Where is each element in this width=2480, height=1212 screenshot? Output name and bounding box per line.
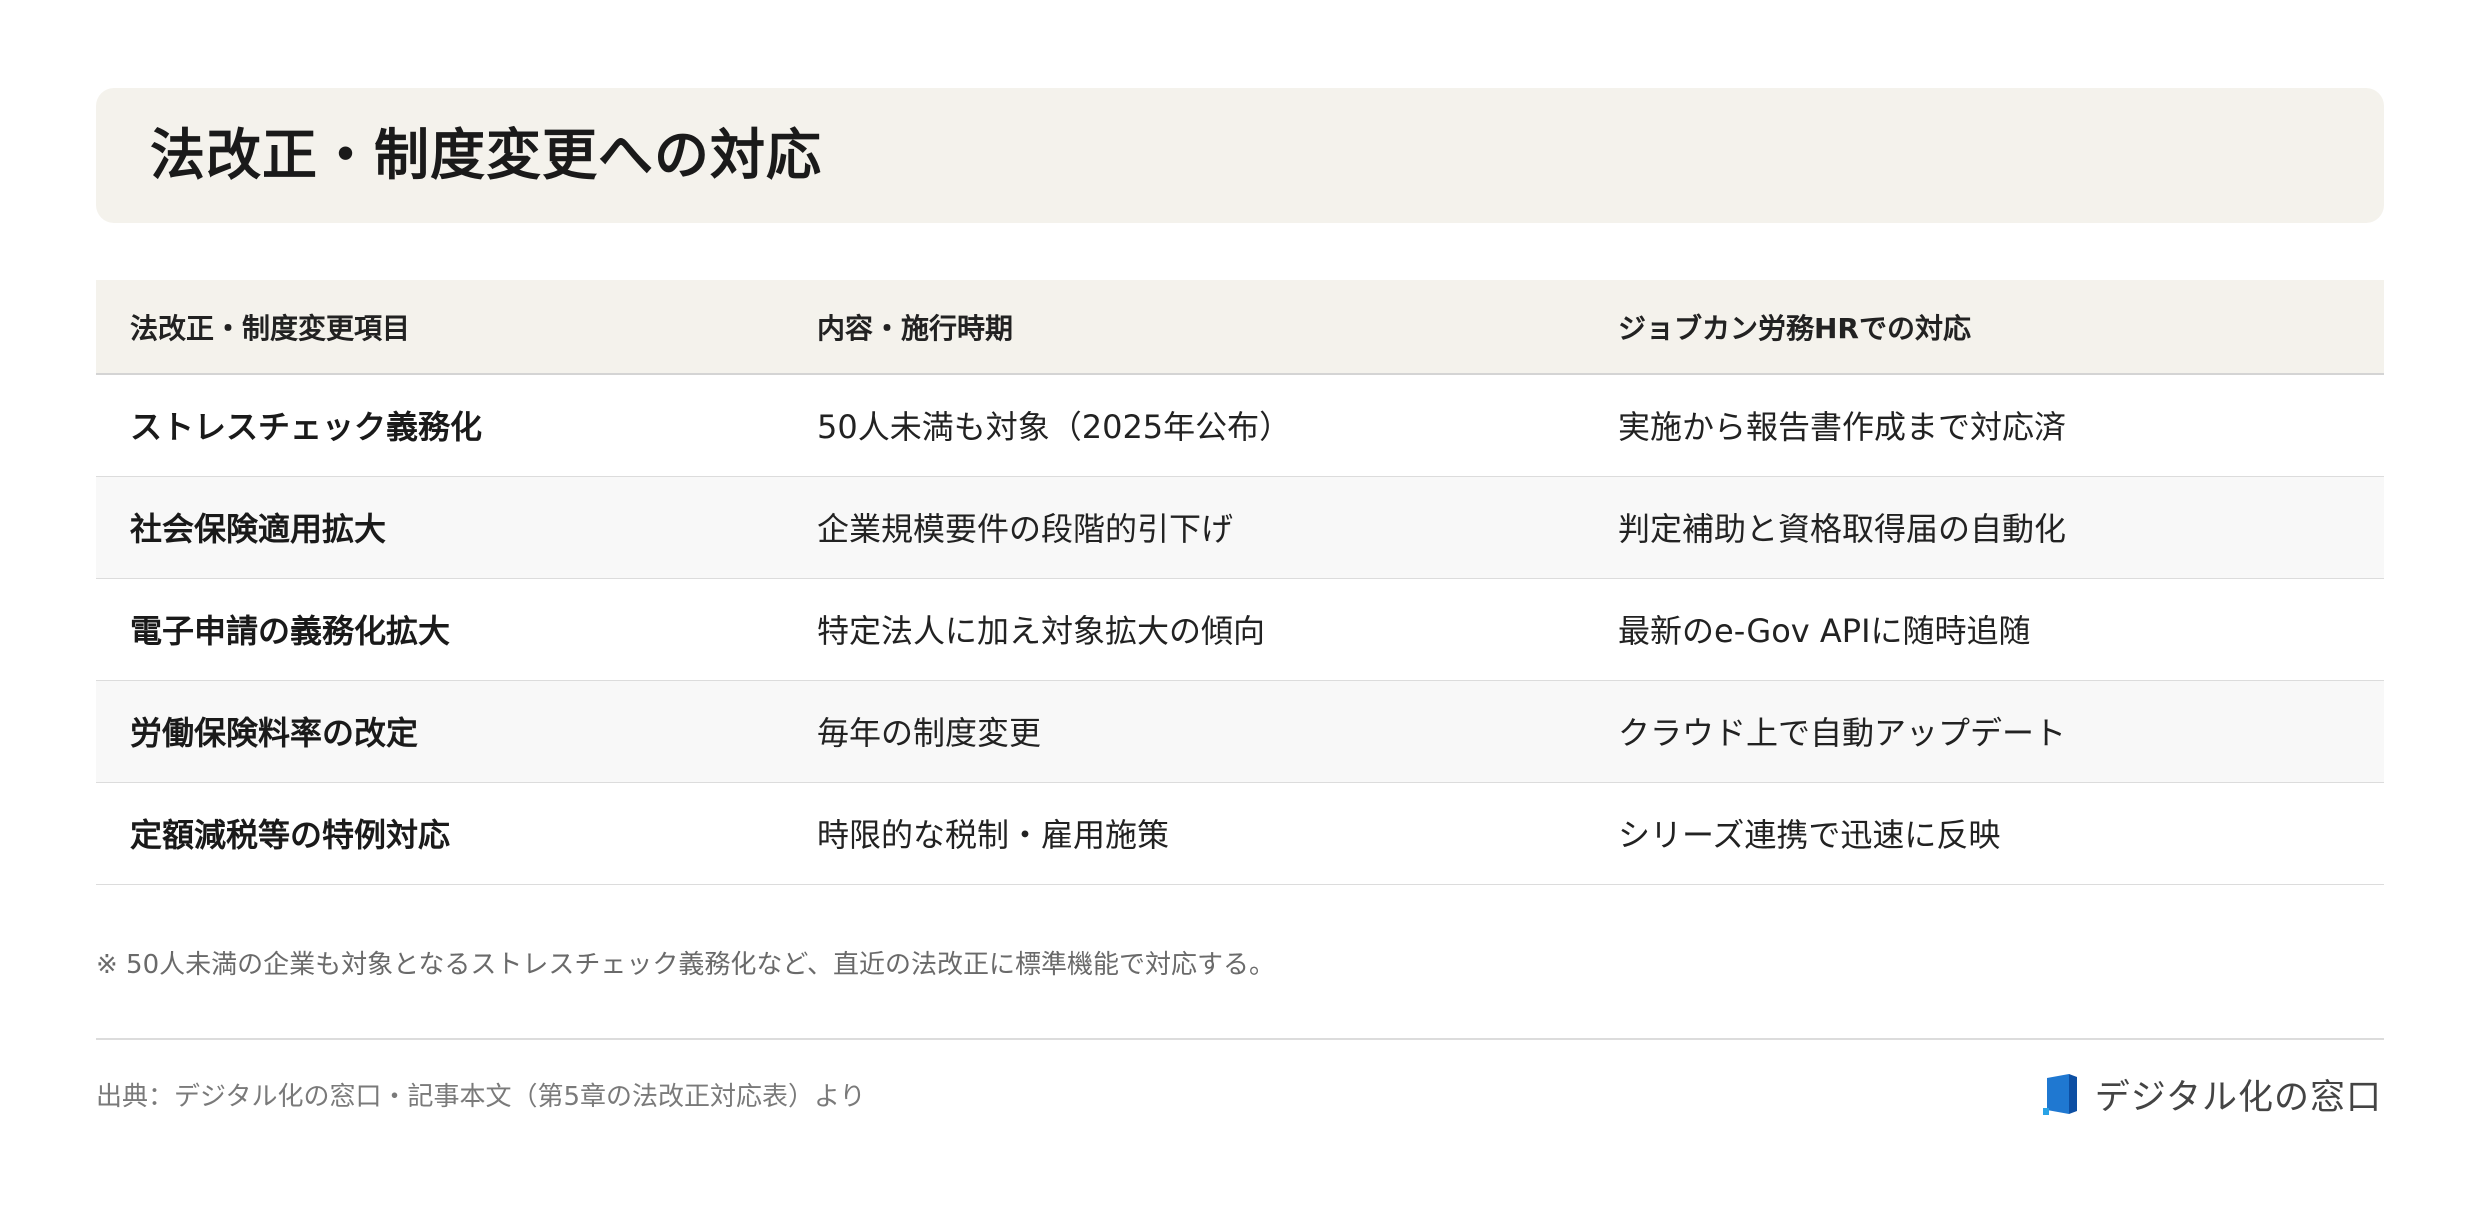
- row-content-cell: 特定法人に加え対象拡大の傾向: [783, 578, 1584, 681]
- table-header-row: 法改正・制度変更項目 内容・施行時期 ジョブカン労務HRでの対応: [96, 280, 2384, 375]
- column-header-response: ジョブカン労務HRでの対応: [1584, 280, 2384, 375]
- table-row: 社会保険適用拡大 企業規模要件の段階的引下げ 判定補助と資格取得届の自動化: [96, 476, 2384, 579]
- row-response-cell: クラウド上で自動アップデート: [1584, 680, 2384, 783]
- brand-logo: デジタル化の窓口: [2042, 1072, 2382, 1118]
- row-content-cell: 50人未満も対象（2025年公布）: [783, 374, 1584, 477]
- row-response-cell: 実施から報告書作成まで対応済: [1584, 374, 2384, 477]
- row-item-cell: 労働保険料率の改定: [96, 680, 783, 783]
- row-response-cell: 判定補助と資格取得届の自動化: [1584, 476, 2384, 579]
- row-item-cell: 社会保険適用拡大: [96, 476, 783, 579]
- footnote: ※ 50人未満の企業も対象となるストレスチェック義務化など、直近の法改正に標準機…: [96, 950, 1276, 980]
- row-item-cell: ストレスチェック義務化: [96, 374, 783, 477]
- table-row: 労働保険料率の改定 毎年の制度変更 クラウド上で自動アップデート: [96, 680, 2384, 783]
- brand-name: デジタル化の窓口: [2094, 1077, 2382, 1118]
- column-header-content: 内容・施行時期: [783, 280, 1584, 375]
- page-title: 法改正・制度変更への対応: [150, 123, 823, 187]
- row-content-cell: 企業規模要件の段階的引下げ: [783, 476, 1584, 579]
- brand-logo-icon: [2042, 1074, 2077, 1115]
- row-content-cell: 時限的な税制・雇用施策: [783, 782, 1584, 885]
- law-change-table: 法改正・制度変更項目 内容・施行時期 ジョブカン労務HRでの対応 ストレスチェッ…: [96, 280, 2384, 885]
- title-banner: 法改正・制度変更への対応: [96, 88, 2384, 223]
- row-response-cell: シリーズ連携で迅速に反映: [1584, 782, 2384, 885]
- source-citation: 出典：デジタル化の窓口・記事本文（第5章の法改正対応表）より: [96, 1082, 866, 1112]
- column-header-item: 法改正・制度変更項目: [96, 280, 783, 375]
- table-row: ストレスチェック義務化 50人未満も対象（2025年公布） 実施から報告書作成ま…: [96, 374, 2384, 477]
- row-item-cell: 電子申請の義務化拡大: [96, 578, 783, 681]
- table-row: 電子申請の義務化拡大 特定法人に加え対象拡大の傾向 最新のe-Gov APIに随…: [96, 578, 2384, 681]
- row-response-cell: 最新のe-Gov APIに随時追随: [1584, 578, 2384, 681]
- row-item-cell: 定額減税等の特例対応: [96, 782, 783, 885]
- footer-divider: [96, 1038, 2384, 1040]
- row-content-cell: 毎年の制度変更: [783, 680, 1584, 783]
- table-row: 定額減税等の特例対応 時限的な税制・雇用施策 シリーズ連携で迅速に反映: [96, 782, 2384, 885]
